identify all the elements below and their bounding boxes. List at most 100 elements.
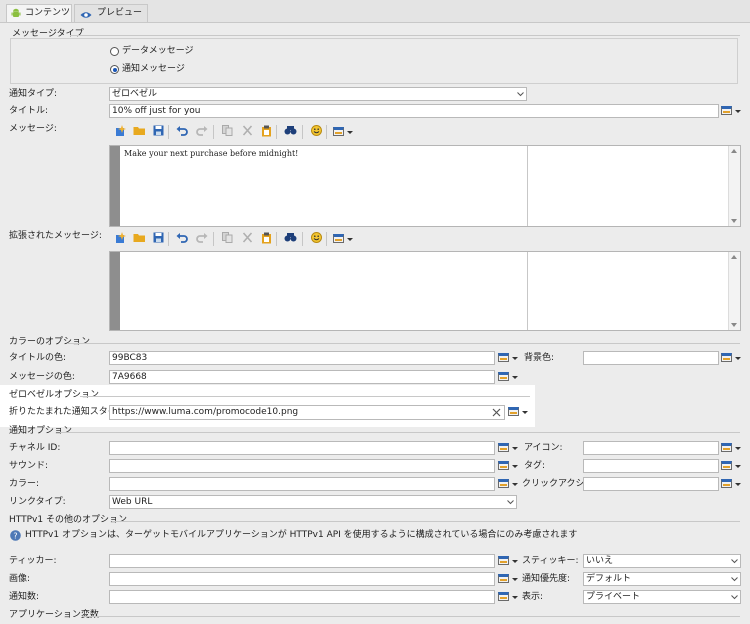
open-folder-icon[interactable]: [132, 125, 146, 139]
sticky-select[interactable]: いいえ: [583, 554, 741, 568]
icon-input[interactable]: [583, 441, 719, 455]
ticker-input[interactable]: [109, 554, 495, 568]
undo-icon[interactable]: [175, 125, 189, 139]
extended-personalization-button[interactable]: [332, 232, 354, 246]
sticky-value: いいえ: [586, 556, 614, 566]
paste-icon[interactable]: [259, 125, 273, 139]
background-color-personalization-button[interactable]: [720, 351, 742, 365]
clear-icon[interactable]: [492, 408, 501, 417]
editor-splitter[interactable]: [527, 146, 528, 226]
dropdown-arrow-icon: [512, 578, 518, 581]
personalization-icon: [498, 556, 509, 565]
editor-scrollbar[interactable]: [728, 252, 740, 330]
editor-gutter: [110, 146, 120, 226]
toolbar-separator: [276, 232, 277, 246]
insert-icon[interactable]: [114, 125, 128, 139]
insert-icon[interactable]: [114, 232, 128, 246]
toolbar-separator: [302, 232, 303, 246]
notification-message-radio[interactable]: [110, 65, 119, 74]
section-divider: [112, 521, 740, 522]
copy-icon[interactable]: [220, 232, 234, 246]
link-type-select[interactable]: Web URL: [109, 495, 517, 509]
color-options-section-title: カラーのオプション: [9, 337, 91, 347]
image-personalization-button[interactable]: [497, 572, 519, 586]
click-action-personalization-button[interactable]: [720, 477, 742, 491]
channel-id-input[interactable]: [109, 441, 495, 455]
cut-icon[interactable]: [240, 232, 254, 246]
link-type-value: Web URL: [112, 497, 153, 507]
ticker-personalization-button[interactable]: [497, 554, 519, 568]
notification-count-personalization-button[interactable]: [497, 590, 519, 604]
personalization-icon: [721, 461, 732, 470]
open-folder-icon[interactable]: [132, 232, 146, 246]
message-color-input[interactable]: 7A9668: [109, 370, 495, 384]
dropdown-arrow-icon: [512, 357, 518, 360]
cut-icon[interactable]: [240, 125, 254, 139]
scroll-up-icon[interactable]: [731, 255, 737, 259]
find-icon[interactable]: [283, 125, 297, 139]
save-icon[interactable]: [151, 232, 165, 246]
background-color-input[interactable]: [583, 351, 719, 365]
priority-select[interactable]: デフォルト: [583, 572, 741, 586]
undo-icon[interactable]: [175, 232, 189, 246]
redo-icon[interactable]: [195, 232, 209, 246]
section-divider: [70, 35, 740, 36]
redo-icon[interactable]: [195, 125, 209, 139]
title-color-input[interactable]: 99BC83: [109, 351, 495, 365]
paste-icon[interactable]: [259, 232, 273, 246]
save-icon[interactable]: [151, 125, 165, 139]
httpv1-section-title: HTTPv1 その他のオプション: [9, 515, 127, 525]
channel-id-personalization-button[interactable]: [497, 441, 519, 455]
dropdown-arrow-icon: [522, 411, 528, 414]
personalization-icon: [721, 106, 732, 115]
data-message-radio[interactable]: [110, 47, 119, 56]
image-input[interactable]: [109, 572, 495, 586]
notification-count-input[interactable]: [109, 590, 495, 604]
android-icon: [11, 8, 21, 18]
visibility-select[interactable]: プライベート: [583, 590, 741, 604]
color-input[interactable]: [109, 477, 495, 491]
tag-personalization-button[interactable]: [720, 459, 742, 473]
message-personalization-button[interactable]: [332, 125, 354, 139]
tab-content[interactable]: コンテンツ: [6, 4, 72, 22]
tab-preview[interactable]: プレビュー: [74, 4, 148, 22]
title-personalization-button[interactable]: [720, 104, 742, 118]
title-color-personalization-button[interactable]: [497, 351, 519, 365]
click-action-input[interactable]: [583, 477, 719, 491]
title-value: 10% off just for you: [112, 106, 201, 116]
svg-text:?: ?: [13, 532, 17, 541]
editor-scrollbar[interactable]: [728, 146, 740, 226]
title-label: タイトル:: [9, 106, 49, 116]
scroll-down-icon[interactable]: [731, 219, 737, 223]
extended-message-editor[interactable]: [109, 251, 741, 331]
scroll-down-icon[interactable]: [731, 323, 737, 327]
tab-preview-label: プレビュー: [97, 8, 143, 18]
find-icon[interactable]: [283, 232, 297, 246]
notification-type-select[interactable]: ゼロベゼル: [109, 87, 527, 101]
info-icon: ?: [10, 530, 21, 541]
link-type-label: リンクタイプ:: [9, 497, 66, 507]
message-color-personalization-button[interactable]: [497, 370, 519, 384]
collapsed-style-input[interactable]: https://www.luma.com/promocode10.png: [109, 405, 505, 420]
emoji-icon[interactable]: [309, 232, 323, 246]
message-editor[interactable]: Make your next purchase before midnight!: [109, 145, 741, 227]
title-input[interactable]: 10% off just for you: [109, 104, 719, 118]
tag-input[interactable]: [583, 459, 719, 473]
editor-splitter[interactable]: [527, 252, 528, 330]
background-color-label: 背景色:: [524, 353, 555, 363]
collapsed-style-personalization-button[interactable]: [507, 405, 529, 419]
notification-type-value: ゼロベゼル: [112, 89, 158, 99]
notification-type-label: 通知タイプ:: [9, 89, 58, 99]
emoji-icon[interactable]: [309, 125, 323, 139]
personalization-icon: [498, 461, 509, 470]
icon-personalization-button[interactable]: [720, 441, 742, 455]
scroll-up-icon[interactable]: [731, 149, 737, 153]
sound-personalization-button[interactable]: [497, 459, 519, 473]
editor-gutter: [110, 252, 120, 330]
copy-icon[interactable]: [220, 125, 234, 139]
toolbar-separator: [326, 125, 327, 139]
sound-input[interactable]: [109, 459, 495, 473]
color-personalization-button[interactable]: [497, 477, 519, 491]
chevron-down-icon: [731, 574, 738, 582]
visibility-value: プライベート: [586, 592, 641, 602]
